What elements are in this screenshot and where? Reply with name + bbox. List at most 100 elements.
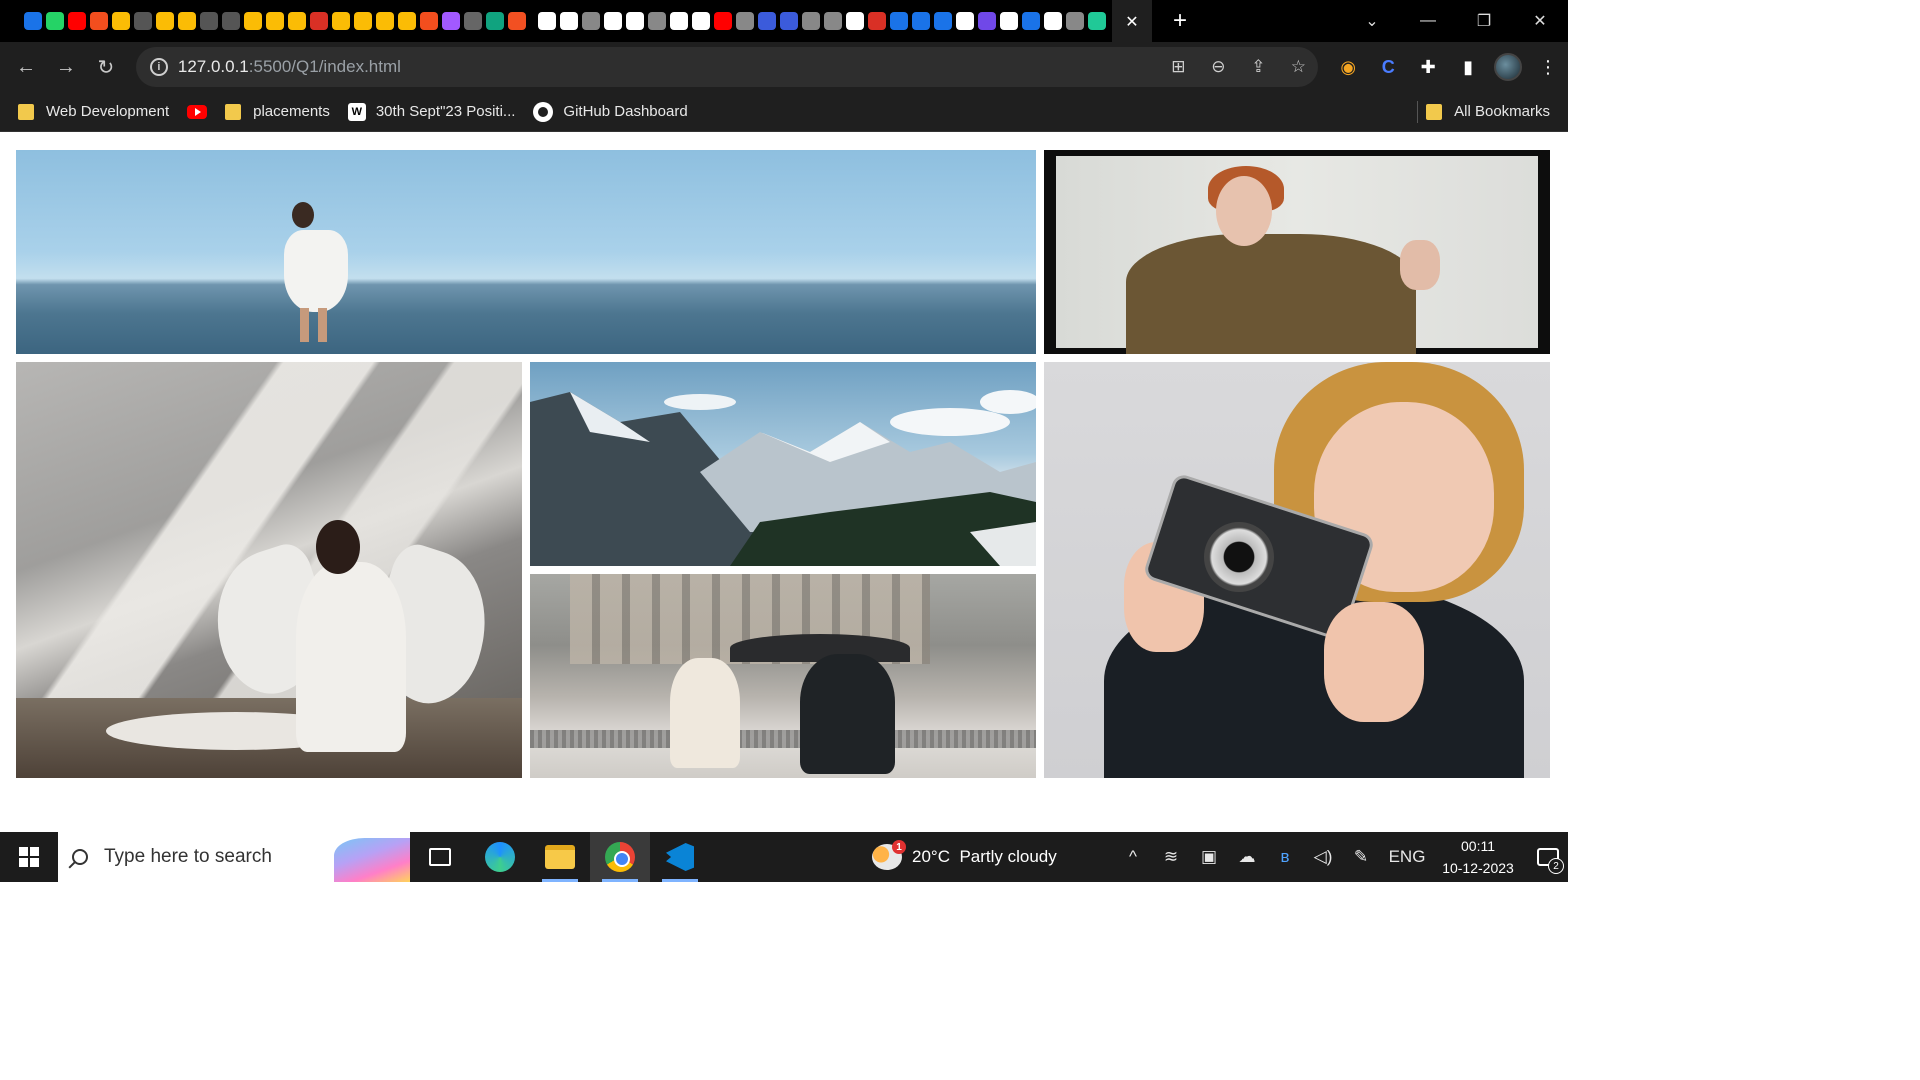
wifi-icon[interactable]: ≋ xyxy=(1152,832,1190,882)
tab-favicon-icon[interactable] xyxy=(538,12,556,30)
tab-favicon-icon[interactable] xyxy=(670,12,688,30)
tab-favicon-icon[interactable] xyxy=(156,12,174,30)
taskbar-edge[interactable] xyxy=(470,832,530,882)
taskbar-vscode[interactable] xyxy=(650,832,710,882)
forward-button[interactable]: → xyxy=(48,49,84,85)
bookmark-github-dashboard[interactable]: GitHub Dashboard xyxy=(533,97,688,127)
tab-favicon-icon[interactable] xyxy=(648,12,666,30)
url-text[interactable]: 127.0.0.1:5500/Q1/index.html xyxy=(178,57,1158,77)
bookmark-placements[interactable]: placements xyxy=(225,97,330,127)
extension-shield-icon[interactable]: ◉ xyxy=(1328,49,1368,85)
tab-favicon-icon[interactable] xyxy=(464,12,482,30)
search-highlight-art xyxy=(334,838,410,882)
tab-favicon-icon[interactable] xyxy=(802,12,820,30)
taskbar-chrome[interactable] xyxy=(590,832,650,882)
tab-favicon-icon[interactable] xyxy=(398,12,416,30)
minimize-button[interactable]: — xyxy=(1400,0,1456,42)
close-icon[interactable]: ✕ xyxy=(1125,12,1138,32)
tab-favicon-icon[interactable] xyxy=(714,12,732,30)
new-tab-button[interactable]: + xyxy=(1162,3,1198,39)
tab-favicon-icon[interactable] xyxy=(112,12,130,30)
close-window-button[interactable]: ✕ xyxy=(1512,0,1568,42)
taskbar-search-box[interactable]: Type here to search xyxy=(58,832,410,882)
tab-favicon-icon[interactable] xyxy=(244,12,262,30)
bookmark-positions[interactable]: W 30th Sept"23 Positi... xyxy=(347,97,515,127)
browser-menu-icon[interactable]: ⋮ xyxy=(1528,49,1568,85)
bookmark-web-development[interactable]: Web Development xyxy=(18,97,169,127)
tab-search-button[interactable]: ⌄ xyxy=(1344,0,1400,42)
tab-favicon-icon[interactable] xyxy=(1066,12,1084,30)
clock[interactable]: 00:11 10-12-2023 xyxy=(1434,835,1522,879)
start-button[interactable] xyxy=(0,832,58,882)
show-hidden-icons-chevron[interactable]: ^ xyxy=(1114,832,1152,882)
tab-favicon-icon[interactable] xyxy=(824,12,842,30)
tab-favicon-icon[interactable] xyxy=(508,12,526,30)
reload-button[interactable]: ↻ xyxy=(88,49,124,85)
share-icon[interactable]: ⇪ xyxy=(1238,49,1278,85)
tab-favicon-icon[interactable] xyxy=(956,12,974,30)
browser-toolbar: ← → ↻ i 127.0.0.1:5500/Q1/index.html ⊞ ⊖… xyxy=(0,42,1568,92)
side-panel-icon[interactable]: ▮ xyxy=(1448,49,1488,85)
tab-favicon-icon[interactable] xyxy=(486,12,504,30)
tab-favicon-icon[interactable] xyxy=(68,12,86,30)
onedrive-icon[interactable]: ☁ xyxy=(1228,832,1266,882)
back-button[interactable]: ← xyxy=(8,49,44,85)
tab-favicon-icon[interactable] xyxy=(912,12,930,30)
tab-favicon-icon[interactable] xyxy=(758,12,776,30)
tab-favicon-icon[interactable] xyxy=(604,12,622,30)
tab-favicon-icon[interactable] xyxy=(24,12,42,30)
active-tab[interactable]: ✕ xyxy=(1112,0,1152,42)
couple-snow-photo xyxy=(530,574,1036,778)
weather-widget[interactable]: 1 20°C Partly cloudy xyxy=(872,840,1057,870)
extension-c-icon[interactable]: C xyxy=(1368,49,1408,85)
pen-icon[interactable]: ✎ xyxy=(1342,832,1380,882)
tab-favicon-icon[interactable] xyxy=(376,12,394,30)
all-bookmarks-button[interactable]: All Bookmarks xyxy=(1426,97,1550,127)
search-icon xyxy=(72,849,88,865)
tab-favicon-icon[interactable] xyxy=(288,12,306,30)
tab-favicon-icon[interactable] xyxy=(868,12,886,30)
tab-favicon-icon[interactable] xyxy=(1022,12,1040,30)
tab-favicon-icon[interactable] xyxy=(178,12,196,30)
tab-favicon-icon[interactable] xyxy=(46,12,64,30)
tab-favicon-icon[interactable] xyxy=(890,12,908,30)
tab-favicon-icon[interactable] xyxy=(222,12,240,30)
tab-favicon-icon[interactable] xyxy=(560,12,578,30)
tab-favicon-icon[interactable] xyxy=(442,12,460,30)
extensions-puzzle-icon[interactable]: ✚ xyxy=(1408,49,1448,85)
tab-favicon-icon[interactable] xyxy=(846,12,864,30)
volume-icon[interactable]: ◁) xyxy=(1304,832,1342,882)
notification-center-button[interactable]: 2 xyxy=(1528,832,1568,882)
restore-button[interactable]: ❐ xyxy=(1456,0,1512,42)
translate-icon[interactable]: ⊞ xyxy=(1158,49,1198,85)
profile-avatar-button[interactable] xyxy=(1488,49,1528,85)
tab-favicon-icon[interactable] xyxy=(310,12,328,30)
bookmark-youtube[interactable] xyxy=(187,97,208,127)
tab-favicon-icon[interactable] xyxy=(1044,12,1062,30)
tab-favicon-icon[interactable] xyxy=(1000,12,1018,30)
language-indicator[interactable]: ENG xyxy=(1380,832,1434,882)
bookmark-star-icon[interactable]: ☆ xyxy=(1278,49,1318,85)
site-info-icon[interactable]: i xyxy=(149,58,168,76)
task-view-button[interactable] xyxy=(410,832,470,882)
tab-favicon-icon[interactable] xyxy=(266,12,284,30)
tab-favicon-icon[interactable] xyxy=(626,12,644,30)
tab-favicon-icon[interactable] xyxy=(200,12,218,30)
tab-favicon-icon[interactable] xyxy=(780,12,798,30)
tab-favicon-icon[interactable] xyxy=(134,12,152,30)
bluetooth-icon[interactable]: ʙ xyxy=(1266,832,1304,882)
tab-favicon-icon[interactable] xyxy=(332,12,350,30)
tab-favicon-icon[interactable] xyxy=(354,12,372,30)
tab-favicon-icon[interactable] xyxy=(90,12,108,30)
tab-favicon-icon[interactable] xyxy=(582,12,600,30)
zoom-icon[interactable]: ⊖ xyxy=(1198,49,1238,85)
meet-icon[interactable]: ▣ xyxy=(1190,832,1228,882)
tab-favicon-icon[interactable] xyxy=(1088,12,1106,30)
tab-favicon-icon[interactable] xyxy=(978,12,996,30)
taskbar-file-explorer[interactable] xyxy=(530,832,590,882)
address-bar[interactable]: i 127.0.0.1:5500/Q1/index.html ⊞ ⊖ ⇪ ☆ xyxy=(135,47,1319,87)
tab-favicon-icon[interactable] xyxy=(934,12,952,30)
tab-favicon-icon[interactable] xyxy=(420,12,438,30)
tab-favicon-icon[interactable] xyxy=(692,12,710,30)
tab-favicon-icon[interactable] xyxy=(736,12,754,30)
